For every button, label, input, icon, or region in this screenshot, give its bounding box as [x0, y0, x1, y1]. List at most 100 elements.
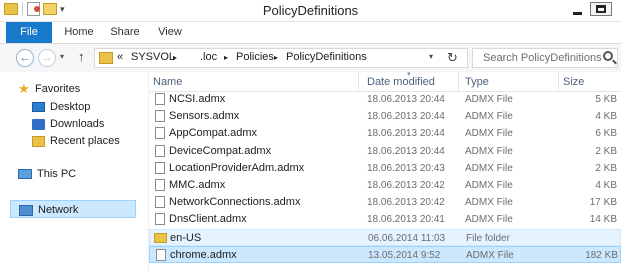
search-icon — [603, 51, 613, 61]
breadcrumb-domain[interactable]: .loc — [200, 51, 217, 63]
sidebar-item-label: Downloads — [50, 118, 105, 130]
table-row[interactable]: MMC.admx 18.06.2013 20:42 ADMX File 4 KB — [149, 177, 621, 194]
chevron-right-icon[interactable]: ▸ — [274, 53, 278, 62]
file-type: ADMX File — [465, 197, 513, 209]
table-row[interactable]: en-US 06.06.2014 11:03 File folder — [149, 228, 621, 246]
file-name: LocationProviderAdm.admx — [169, 161, 305, 174]
address-bar[interactable]: « SYSVOL ▸ .loc ▸ Policies ▸ PolicyDefin… — [94, 48, 468, 68]
table-row[interactable]: DnsClient.admx 18.06.2013 20:41 ADMX File 1… — [149, 211, 621, 228]
tab-share[interactable]: Share — [110, 22, 140, 43]
table-row[interactable]: NCSI.admx 18.06.2013 20:44 ADMX File 5 KB — [149, 91, 621, 108]
file-size: 4 KB — [595, 180, 617, 191]
file-icon — [155, 161, 165, 174]
table-row[interactable]: Sensors.admx 18.06.2013 20:44 ADMX File 4 K… — [149, 108, 621, 125]
file-type: ADMX File — [466, 249, 514, 261]
file-type: ADMX File — [465, 145, 513, 157]
file-icon — [155, 213, 165, 226]
refresh-icon[interactable]: ↻ — [447, 50, 458, 66]
tab-view[interactable]: View — [156, 22, 184, 43]
sidebar-item-label: Recent places — [50, 135, 120, 147]
chevron-right-icon[interactable]: ▸ — [224, 53, 228, 62]
breadcrumb-policies[interactable]: Policies — [236, 51, 274, 63]
recent-places-icon — [32, 135, 45, 147]
column-header-date-modified[interactable]: Date modified — [363, 72, 459, 92]
column-header-size[interactable]: Size — [559, 72, 621, 92]
file-type: File folder — [466, 232, 510, 244]
file-size: 2 KB — [595, 145, 617, 157]
breadcrumb-overflow[interactable]: « — [117, 51, 123, 63]
file-name: AppCompat.admx — [169, 127, 258, 140]
file-date-modified: 18.06.2013 20:44 — [367, 94, 445, 105]
table-row[interactable]: NetworkConnections.admx 18.06.2013 20:42 A… — [149, 194, 621, 211]
table-row[interactable]: AppCompat.admx 18.06.2013 20:44 ADMX File 6… — [149, 125, 621, 142]
file-type: ADMX File — [465, 111, 513, 123]
chevron-down-icon[interactable]: ▾ — [429, 52, 433, 61]
file-name: Sensors.admx — [169, 110, 240, 123]
column-header-type[interactable]: Type — [461, 72, 559, 92]
file-size: 2 KB — [595, 162, 617, 174]
sidebar-item-this-pc[interactable]: This PC — [18, 165, 76, 183]
file-list: Name ▾ Date modified Type Size NCSI.admx… — [149, 71, 621, 272]
star-icon: ★ — [18, 81, 30, 97]
file-icon — [155, 110, 165, 123]
file-date-modified: 18.06.2013 20:44 — [367, 111, 445, 123]
file-icon — [155, 196, 165, 209]
file-size — [560, 231, 618, 246]
ribbon-tabs: File Home Share View — [0, 22, 621, 44]
sidebar-item-recent-places[interactable]: Recent places — [32, 132, 120, 150]
chevron-right-icon[interactable]: ▸ — [173, 53, 177, 62]
file-icon — [155, 144, 165, 157]
back-button[interactable]: ← — [16, 49, 34, 67]
sidebar-item-desktop[interactable]: Desktop — [32, 98, 90, 116]
sidebar-item-downloads[interactable]: Downloads — [32, 115, 104, 133]
file-icon — [155, 127, 165, 140]
sidebar-item-network[interactable]: Network — [10, 200, 136, 218]
maximize-button[interactable] — [590, 2, 612, 16]
file-name: en-US — [170, 231, 202, 244]
file-name: MMC.admx — [169, 179, 226, 191]
desktop-icon — [32, 102, 45, 113]
forward-button[interactable]: → — [38, 49, 56, 67]
file-type: ADMX File — [465, 128, 513, 140]
file-size: 6 KB — [595, 128, 617, 140]
search-input[interactable]: Search PolicyDefinitions — [472, 48, 618, 68]
file-name: NetworkConnections.admx — [169, 196, 301, 209]
file-icon — [155, 93, 165, 105]
tab-home[interactable]: Home — [64, 22, 94, 43]
minimize-button[interactable] — [566, 0, 588, 20]
file-name: DnsClient.admx — [169, 213, 247, 226]
file-name: NCSI.admx — [169, 93, 226, 105]
computer-icon — [18, 169, 32, 180]
table-row[interactable]: chrome.admx 13.05.2014 9:52 ADMX File 182 K… — [149, 245, 621, 263]
table-row[interactable]: LocationProviderAdm.admx 18.06.2013 20:43… — [149, 160, 621, 177]
file-size: 5 KB — [595, 94, 617, 105]
file-type: ADMX File — [465, 214, 513, 226]
file-date-modified: 18.06.2013 20:44 — [367, 145, 445, 157]
maximize-icon — [596, 5, 606, 13]
column-header-name[interactable]: Name — [149, 72, 359, 92]
file-date-modified: 18.06.2013 20:43 — [367, 162, 445, 174]
downloads-icon — [32, 118, 45, 130]
file-date-modified: 18.06.2013 20:42 — [367, 197, 445, 209]
navigation-bar: ← → ▾ ↑ « SYSVOL ▸ .loc ▸ Policies ▸ Pol… — [0, 44, 621, 72]
title-bar: ▾ PolicyDefinitions — [0, 0, 621, 22]
file-type: ADMX File — [465, 180, 513, 191]
network-icon — [19, 204, 33, 216]
file-size: 182 KB — [585, 249, 618, 261]
file-icon — [155, 179, 165, 191]
recent-locations-dropdown-icon[interactable]: ▾ — [60, 52, 64, 61]
table-row[interactable]: DeviceCompat.admx 18.06.2013 20:44 ADMX Fi… — [149, 143, 621, 160]
tab-file[interactable]: File — [6, 22, 52, 43]
sidebar-item-label: This PC — [37, 168, 77, 180]
sidebar-item-label: Desktop — [50, 101, 91, 113]
file-date-modified: 18.06.2013 20:44 — [367, 128, 445, 140]
up-arrow-icon[interactable]: ↑ — [78, 49, 85, 64]
sidebar-item-label: Network — [38, 204, 79, 216]
sidebar-item-favorites[interactable]: ★ Favorites — [18, 80, 80, 98]
file-size: 4 KB — [595, 111, 617, 123]
breadcrumb-policydefinitions[interactable]: PolicyDefinitions — [286, 51, 367, 63]
file-name: DeviceCompat.admx — [169, 144, 272, 157]
file-icon — [156, 248, 166, 261]
file-date-modified: 13.05.2014 9:52 — [368, 249, 441, 261]
breadcrumb-sysvol[interactable]: SYSVOL — [131, 51, 175, 63]
